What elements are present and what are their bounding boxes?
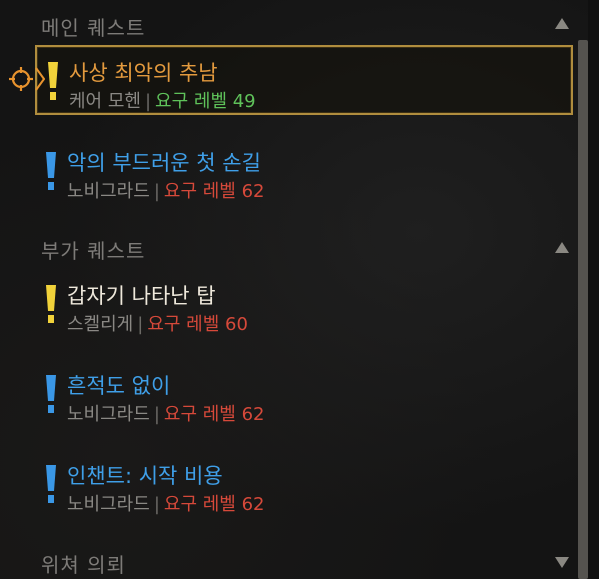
quest-level-requirement: 요구 레벨 62 (163, 494, 265, 515)
scroll-track (588, 0, 599, 579)
gold-exclamation-icon (46, 285, 56, 323)
quest-item-selected[interactable]: 사상 최악의 추남 케어 모헨 | 요구 레벨 49 (35, 45, 573, 115)
tracked-quest-icon (9, 67, 33, 91)
quest-title: 사상 최악의 추남 (69, 61, 218, 85)
gold-exclamation-icon (48, 62, 58, 100)
quest-region: 노비그라드 (67, 494, 150, 515)
quest-title: 인챈트: 시작 비용 (67, 464, 223, 488)
quest-subtitle: 노비그라드 | 요구 레벨 62 (67, 490, 264, 516)
quest-item[interactable]: 갑자기 나타난 탑 스켈리게 | 요구 레벨 60 (35, 270, 573, 340)
quest-region: 노비그라드 (67, 181, 150, 202)
quest-subtitle: 노비그라드 | 요구 레벨 62 (67, 177, 264, 203)
blue-exclamation-icon (46, 375, 56, 413)
selection-chevron-icon (35, 67, 45, 91)
scrollbar-thumb[interactable] (578, 40, 588, 579)
quest-region: 노비그라드 (67, 404, 150, 425)
quest-title: 악의 부드러운 첫 손길 (67, 151, 261, 175)
collapse-up-icon[interactable] (555, 18, 569, 29)
quest-subtitle: 케어 모헨 | 요구 레벨 49 (69, 87, 256, 113)
quest-list-panel: 메인 퀘스트 사상 최악의 추남 케어 모헨 | 요구 레벨 49 악의 부드러운 … (0, 0, 599, 579)
quest-level-requirement: 요구 레벨 49 (155, 91, 256, 112)
section-header-witcher-contracts[interactable]: 위쳐 의뢰 (41, 549, 126, 578)
separator: | (153, 181, 160, 202)
quest-level-requirement: 요구 레벨 62 (163, 404, 265, 425)
quest-item[interactable]: 인챈트: 시작 비용 노비그라드 | 요구 레벨 62 (35, 450, 573, 520)
quest-level-requirement: 요구 레벨 62 (163, 181, 265, 202)
quest-title: 흔적도 없이 (67, 374, 171, 398)
blue-exclamation-icon (46, 152, 56, 190)
quest-item[interactable]: 흔적도 없이 노비그라드 | 요구 레벨 62 (35, 360, 573, 430)
blue-exclamation-icon (46, 465, 56, 503)
quest-subtitle: 노비그라드 | 요구 레벨 62 (67, 400, 264, 426)
quest-title: 갑자기 나타난 탑 (67, 284, 216, 308)
quest-region: 케어 모헨 (69, 91, 141, 112)
quest-subtitle: 스켈리게 | 요구 레벨 60 (67, 310, 248, 336)
expand-down-icon[interactable] (555, 557, 569, 568)
section-header-side-quests[interactable]: 부가 퀘스트 (41, 235, 145, 264)
separator: | (153, 494, 160, 515)
separator: | (137, 314, 144, 335)
collapse-up-icon[interactable] (555, 242, 569, 253)
separator: | (153, 404, 160, 425)
quest-level-requirement: 요구 레벨 60 (147, 314, 248, 335)
separator: | (144, 91, 152, 112)
quest-item[interactable]: 악의 부드러운 첫 손길 노비그라드 | 요구 레벨 62 (35, 137, 573, 207)
section-header-main-quests[interactable]: 메인 퀘스트 (41, 12, 145, 41)
quest-region: 스켈리게 (67, 314, 134, 335)
